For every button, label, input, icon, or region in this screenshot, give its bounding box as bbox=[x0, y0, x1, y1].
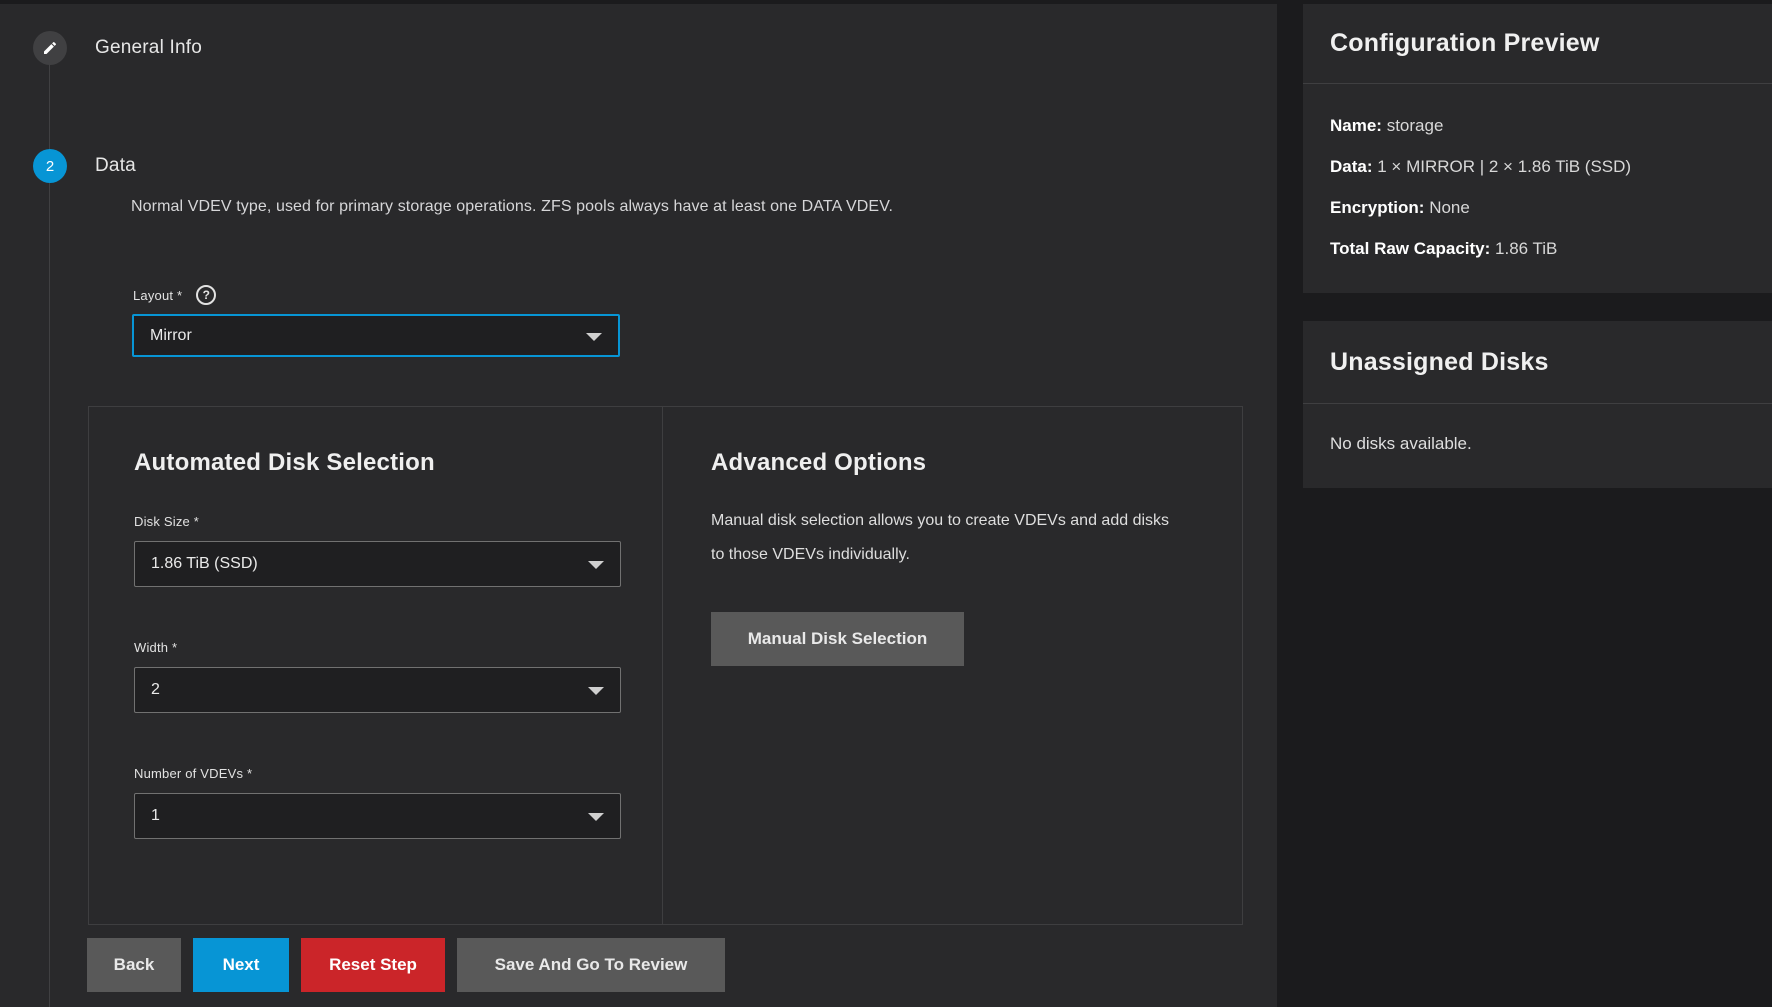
wizard-main-panel: General Info 2 Data Normal VDEV type, us… bbox=[0, 4, 1277, 1007]
configuration-preview-header: Configuration Preview bbox=[1303, 4, 1772, 84]
question-mark-icon[interactable]: ? bbox=[196, 285, 216, 305]
layout-select-value: Mirror bbox=[150, 327, 192, 345]
advanced-options-description: Manual disk selection allows you to crea… bbox=[711, 504, 1171, 572]
manual-disk-selection-button[interactable]: Manual Disk Selection bbox=[711, 612, 964, 666]
layout-label: Layout * bbox=[133, 288, 182, 303]
config-encryption-value: None bbox=[1429, 198, 1470, 217]
layout-label-row: Layout * ? bbox=[133, 285, 216, 305]
unassigned-disks-title: Unassigned Disks bbox=[1330, 348, 1549, 377]
config-capacity-label: Total Raw Capacity: bbox=[1330, 239, 1490, 258]
chevron-down-icon bbox=[586, 333, 602, 341]
unassigned-disks-panel: Unassigned Disks No disks available. bbox=[1303, 321, 1772, 488]
save-and-go-to-review-button[interactable]: Save And Go To Review bbox=[457, 938, 725, 992]
advanced-options-title: Advanced Options bbox=[711, 449, 1242, 477]
width-select[interactable]: 2 bbox=[134, 667, 621, 713]
reset-step-button[interactable]: Reset Step bbox=[301, 938, 445, 992]
config-capacity-value: 1.86 TiB bbox=[1495, 239, 1557, 258]
number-of-vdevs-select[interactable]: 1 bbox=[134, 793, 621, 839]
back-button[interactable]: Back bbox=[87, 938, 181, 992]
step-data-label: Data bbox=[95, 155, 136, 177]
config-name-row: Name: storage bbox=[1330, 105, 1745, 146]
chevron-down-icon bbox=[588, 813, 604, 821]
step-data-indicator: 2 bbox=[33, 149, 67, 183]
disk-size-select[interactable]: 1.86 TiB (SSD) bbox=[134, 541, 621, 587]
layout-select[interactable]: Mirror bbox=[132, 314, 620, 357]
config-data-row: Data: 1 × MIRROR | 2 × 1.86 TiB (SSD) bbox=[1330, 146, 1745, 187]
number-of-vdevs-field: Number of VDEVs * 1 bbox=[134, 765, 662, 839]
step-data[interactable]: 2 Data bbox=[33, 149, 136, 183]
step-general-info-label: General Info bbox=[95, 37, 202, 59]
disk-size-select-value: 1.86 TiB (SSD) bbox=[151, 555, 258, 573]
next-button[interactable]: Next bbox=[193, 938, 289, 992]
disk-size-field: Disk Size * 1.86 TiB (SSD) bbox=[134, 513, 662, 587]
chevron-down-icon bbox=[588, 561, 604, 569]
config-name-value: storage bbox=[1387, 116, 1444, 135]
width-select-value: 2 bbox=[151, 681, 160, 699]
automated-disk-selection-title: Automated Disk Selection bbox=[134, 449, 662, 477]
step-actions: Back Next Reset Step Save And Go To Revi… bbox=[87, 938, 725, 992]
step-general-info[interactable]: General Info bbox=[33, 31, 202, 65]
stepper-connector-line bbox=[49, 64, 50, 1007]
disk-size-label: Disk Size * bbox=[134, 514, 199, 529]
step-general-info-indicator bbox=[33, 31, 67, 65]
config-data-value: 1 × MIRROR | 2 × 1.86 TiB (SSD) bbox=[1377, 157, 1631, 176]
data-step-description: Normal VDEV type, used for primary stora… bbox=[131, 198, 893, 216]
step-data-number: 2 bbox=[46, 158, 54, 175]
config-encryption-row: Encryption: None bbox=[1330, 187, 1745, 228]
right-sidebar: Configuration Preview Name: storage Data… bbox=[1277, 0, 1772, 1007]
chevron-down-icon bbox=[588, 687, 604, 695]
configuration-preview-body: Name: storage Data: 1 × MIRROR | 2 × 1.8… bbox=[1303, 84, 1772, 293]
number-of-vdevs-label: Number of VDEVs * bbox=[134, 766, 252, 781]
config-encryption-label: Encryption: bbox=[1330, 198, 1424, 217]
pencil-icon bbox=[42, 40, 58, 56]
config-name-label: Name: bbox=[1330, 116, 1382, 135]
config-capacity-row: Total Raw Capacity: 1.86 TiB bbox=[1330, 228, 1745, 269]
number-of-vdevs-select-value: 1 bbox=[151, 807, 160, 825]
unassigned-disks-body: No disks available. bbox=[1303, 404, 1772, 488]
width-field: Width * 2 bbox=[134, 639, 662, 713]
disk-selection-card: Automated Disk Selection Disk Size * 1.8… bbox=[88, 406, 1243, 925]
automated-disk-selection-column: Automated Disk Selection Disk Size * 1.8… bbox=[89, 407, 662, 924]
width-label: Width * bbox=[134, 640, 177, 655]
configuration-preview-panel: Configuration Preview Name: storage Data… bbox=[1303, 4, 1772, 293]
configuration-preview-title: Configuration Preview bbox=[1330, 29, 1600, 58]
unassigned-disks-header: Unassigned Disks bbox=[1303, 321, 1772, 404]
no-disks-message: No disks available. bbox=[1330, 434, 1472, 453]
advanced-options-column: Advanced Options Manual disk selection a… bbox=[662, 407, 1242, 924]
config-data-label: Data: bbox=[1330, 157, 1373, 176]
